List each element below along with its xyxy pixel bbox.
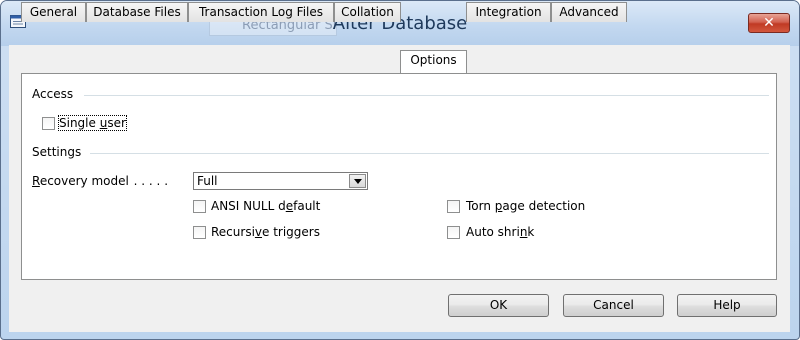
single-user-label[interactable]: Single user [58, 115, 127, 131]
settings-divider [90, 153, 769, 154]
tab-database-files[interactable]: Database Files [86, 2, 188, 22]
tab-options[interactable]: Options [400, 50, 467, 73]
close-button[interactable]: ✕ [748, 13, 790, 33]
help-button[interactable]: Help [677, 294, 777, 317]
chevron-down-icon[interactable] [349, 174, 366, 188]
recursive-triggers-label[interactable]: Recursive triggers [211, 225, 320, 239]
torn-page-detection-checkbox[interactable] [447, 200, 460, 213]
auto-shrink-checkbox[interactable] [447, 226, 460, 239]
torn-page-detection-label[interactable]: Torn page detection [466, 199, 585, 213]
ok-button[interactable]: OK [448, 294, 549, 317]
tab-transaction-log-files[interactable]: Transaction Log Files [188, 2, 334, 22]
recursive-triggers-checkbox[interactable] [193, 226, 206, 239]
tab-general[interactable]: General [21, 2, 86, 22]
recovery-model-select[interactable]: Full [193, 172, 368, 190]
ansi-null-default-checkbox[interactable] [193, 200, 206, 213]
tab-advanced[interactable]: Advanced [551, 2, 627, 22]
access-group-label: Access [32, 87, 79, 101]
tab-integration[interactable]: Integration [466, 2, 551, 22]
recovery-model-label: Recovery model . . . . . [32, 174, 169, 188]
auto-shrink-label[interactable]: Auto shrink [466, 225, 534, 239]
ansi-null-default-label[interactable]: ANSI NULL default [211, 199, 320, 213]
recovery-model-value: Full [197, 174, 218, 188]
access-divider [84, 95, 769, 96]
cancel-button[interactable]: Cancel [563, 294, 664, 317]
single-user-checkbox[interactable] [42, 117, 55, 130]
tab-collation[interactable]: Collation [334, 2, 401, 22]
settings-group-label: Settings [32, 145, 87, 159]
